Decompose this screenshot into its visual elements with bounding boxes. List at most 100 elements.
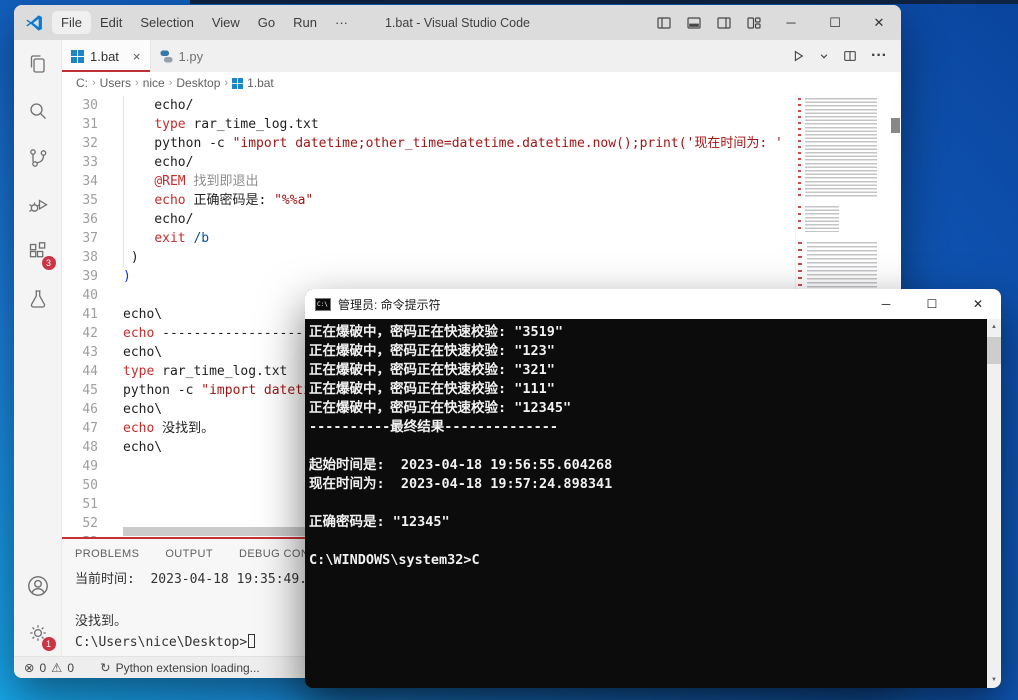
console-line: 起始时间是: 2023-04-18 19:56:55.604268 bbox=[309, 456, 987, 475]
console-line: 正在爆破中，密码正在快速校验: "123" bbox=[309, 342, 987, 361]
console-line: 现在时间为: 2023-04-18 19:57:24.898341 bbox=[309, 475, 987, 494]
line-number: 35 bbox=[62, 191, 108, 210]
line-number: 40 bbox=[62, 286, 108, 305]
console-line: C:\WINDOWS\system32>C bbox=[309, 551, 987, 570]
cmd-scrollbar[interactable]: ▲ ▼ bbox=[987, 319, 1001, 688]
extensions-badge: 3 bbox=[42, 256, 56, 270]
tab-label: 1.py bbox=[179, 49, 204, 64]
scroll-down-icon[interactable]: ▼ bbox=[987, 672, 1001, 688]
line-number: 48 bbox=[62, 438, 108, 457]
sync-icon: ↻ bbox=[100, 660, 110, 675]
activity-bar: 3 1 bbox=[14, 40, 62, 656]
status-message: Python extension loading... bbox=[116, 661, 260, 675]
menu-edit[interactable]: Edit bbox=[91, 11, 131, 34]
menu-···[interactable]: ··· bbox=[326, 11, 357, 34]
code-line: 36 echo/ bbox=[62, 210, 901, 229]
toggle-panel-icon[interactable] bbox=[679, 5, 709, 40]
sidebar-item-explorer[interactable] bbox=[14, 40, 62, 87]
search-icon bbox=[26, 99, 50, 123]
menu-file[interactable]: File bbox=[52, 11, 91, 34]
breadcrumb-separator: › bbox=[135, 77, 139, 89]
line-number: 44 bbox=[62, 362, 108, 381]
sidebar-item-search[interactable] bbox=[14, 87, 62, 134]
minimap-content bbox=[798, 98, 888, 198]
breadcrumb-item[interactable]: Users bbox=[100, 76, 131, 90]
customize-layout-icon[interactable] bbox=[739, 5, 769, 40]
more-actions-icon[interactable]: ··· bbox=[871, 47, 887, 65]
breadcrumb: C: › Users › nice › Desktop › 1.bat bbox=[62, 72, 901, 94]
chevron-down-icon[interactable] bbox=[819, 51, 829, 61]
line-number: 47 bbox=[62, 419, 108, 438]
terminal-cursor bbox=[248, 634, 255, 648]
run-file-icon[interactable] bbox=[791, 49, 805, 63]
menu-go[interactable]: Go bbox=[249, 11, 284, 34]
sidebar-item-testing[interactable] bbox=[14, 275, 62, 322]
breadcrumb-item[interactable]: nice bbox=[143, 76, 165, 90]
console-line bbox=[309, 494, 987, 513]
line-number: 33 bbox=[62, 153, 108, 172]
cmd-window: C:\ 管理员: 命令提示符 ─ ☐ ✕ 正在爆破中，密码正在快速校验: "35… bbox=[305, 289, 1001, 688]
manage-badge: 1 bbox=[42, 637, 56, 651]
tab-problems[interactable]: PROBLEMS bbox=[75, 548, 139, 560]
cmd-titlebar: C:\ 管理员: 命令提示符 ─ ☐ ✕ bbox=[305, 289, 1001, 319]
menu-bar: FileEditSelectionViewGoRun··· bbox=[52, 11, 357, 34]
code-line: 38 ) bbox=[62, 248, 901, 267]
line-number: 42 bbox=[62, 324, 108, 343]
breadcrumb-item[interactable]: C: bbox=[76, 76, 88, 90]
line-number: 43 bbox=[62, 343, 108, 362]
tab-output[interactable]: OUTPUT bbox=[165, 548, 213, 560]
scroll-up-icon[interactable]: ▲ bbox=[987, 319, 1001, 335]
line-number: 32 bbox=[62, 134, 108, 153]
windows-file-icon bbox=[232, 78, 243, 89]
line-number: 30 bbox=[62, 96, 108, 115]
minimize-button[interactable]: ─ bbox=[769, 5, 813, 40]
maximize-button[interactable]: ☐ bbox=[813, 5, 857, 40]
sidebar-item-extensions[interactable]: 3 bbox=[14, 228, 62, 275]
sidebar-item-source-control[interactable] bbox=[14, 134, 62, 181]
menu-view[interactable]: View bbox=[203, 11, 249, 34]
indent-guide bbox=[123, 96, 124, 267]
line-number: 34 bbox=[62, 172, 108, 191]
breadcrumb-item[interactable]: Desktop bbox=[176, 76, 220, 90]
errors-icon: ⊗ bbox=[24, 660, 34, 675]
code-line: 35 echo 正确密码是: "%%a" bbox=[62, 191, 901, 210]
scrollbar-thumb[interactable] bbox=[891, 118, 900, 133]
menu-selection[interactable]: Selection bbox=[131, 11, 202, 34]
cmd-window-title: 管理员: 命令提示符 bbox=[338, 296, 441, 313]
console-output[interactable]: 正在爆破中，密码正在快速校验: "3519"正在爆破中，密码正在快速校验: "1… bbox=[305, 319, 987, 688]
minimap-content bbox=[798, 206, 843, 232]
cmd-close-button[interactable]: ✕ bbox=[955, 289, 1001, 319]
code-line: 32 python -c "import datetime;other_time… bbox=[62, 134, 901, 153]
sidebar-item-run-debug[interactable] bbox=[14, 181, 62, 228]
account-button[interactable] bbox=[14, 562, 62, 609]
tab-close-icon[interactable]: × bbox=[133, 49, 141, 64]
close-button[interactable]: ✕ bbox=[857, 5, 901, 40]
python-file-icon bbox=[160, 50, 173, 63]
errors-count[interactable]: 0 bbox=[39, 661, 46, 675]
code-line: 39) bbox=[62, 267, 901, 286]
background-window-edge bbox=[190, 0, 1018, 4]
manage-button[interactable]: 1 bbox=[14, 609, 62, 656]
scrollbar-thumb[interactable] bbox=[987, 337, 1001, 364]
cmd-maximize-button[interactable]: ☐ bbox=[909, 289, 955, 319]
tab-1-bat[interactable]: 1.bat × bbox=[62, 40, 151, 72]
breadcrumb-file[interactable]: 1.bat bbox=[247, 76, 274, 90]
console-line: 正在爆破中，密码正在快速校验: "12345" bbox=[309, 399, 987, 418]
line-number: 39 bbox=[62, 267, 108, 286]
console-line: 正在爆破中，密码正在快速校验: "321" bbox=[309, 361, 987, 380]
line-number: 41 bbox=[62, 305, 108, 324]
toggle-sidebar-icon[interactable] bbox=[649, 5, 679, 40]
debug-icon bbox=[26, 193, 50, 217]
warnings-count[interactable]: 0 bbox=[67, 661, 74, 675]
toggle-secondary-sidebar-icon[interactable] bbox=[709, 5, 739, 40]
vscode-titlebar: FileEditSelectionViewGoRun··· 1.bat - Vi… bbox=[14, 5, 901, 40]
beaker-icon bbox=[26, 287, 50, 311]
console-line: ----------最终结果-------------- bbox=[309, 418, 987, 437]
code-line: 37 exit /b bbox=[62, 229, 901, 248]
tab-1-py[interactable]: 1.py bbox=[151, 40, 213, 72]
split-editor-icon[interactable] bbox=[843, 49, 857, 63]
console-line: 正确密码是: "12345" bbox=[309, 513, 987, 532]
menu-run[interactable]: Run bbox=[284, 11, 326, 34]
breadcrumb-separator: › bbox=[92, 77, 96, 89]
cmd-minimize-button[interactable]: ─ bbox=[863, 289, 909, 319]
